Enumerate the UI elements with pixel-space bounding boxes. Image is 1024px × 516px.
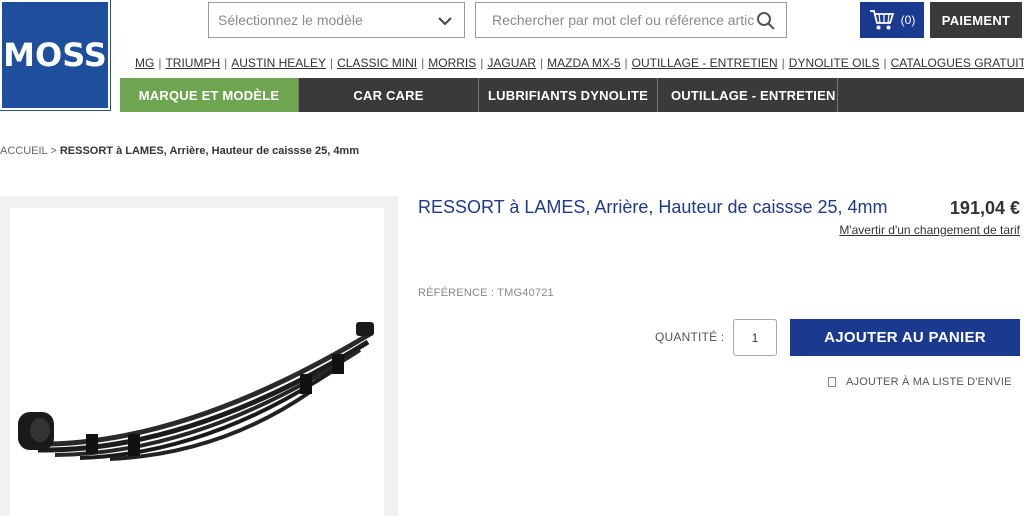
- breadcrumb-home[interactable]: ACCUEIL: [0, 145, 47, 157]
- wishlist-link[interactable]: AJOUTER À MA LISTE D'ENVIE: [828, 376, 1012, 388]
- quantity-label: QUANTITÉ :: [655, 330, 725, 344]
- wishlist-label: AJOUTER À MA LISTE D'ENVIE: [846, 376, 1012, 388]
- brand-links: MG | TRIUMPH | AUSTIN HEALEY | CLASSIC MINI | MO…: [135, 56, 1024, 70]
- search-icon[interactable]: [756, 11, 776, 31]
- brand-link-austin-healey[interactable]: AUSTIN HEALEY: [231, 56, 326, 70]
- logo-text: MOSS: [3, 36, 107, 74]
- nav-filler: [838, 78, 1024, 112]
- main-nav: MARQUE ET MODÈLE CAR CARE LUBRIFIANTS DY…: [120, 78, 1024, 112]
- payment-button[interactable]: PAIEMENT: [930, 2, 1022, 38]
- model-select-placeholder: Sélectionnez le modèle: [218, 12, 363, 28]
- nav-outillage-entretien[interactable]: OUTILLAGE - ENTRETIEN: [658, 78, 838, 112]
- nav-marque-modele[interactable]: MARQUE ET MODÈLE: [120, 78, 299, 112]
- nav-car-care[interactable]: CAR CARE: [299, 78, 479, 112]
- brand-link-triumph[interactable]: TRIUMPH: [165, 56, 220, 70]
- cart-icon: [869, 10, 894, 30]
- brand-link-classic-mini[interactable]: CLASSIC MINI: [337, 56, 417, 70]
- leaf-spring-image: [18, 322, 374, 461]
- breadcrumb-current: RESSORT à LAMES, Arrière, Hauteur de cai…: [59, 145, 359, 157]
- nav-lubrifiants-dynolite[interactable]: LUBRIFIANTS DYNOLITE: [479, 78, 658, 112]
- product-reference: RÉFÉRENCE : TMG40721: [418, 287, 554, 299]
- model-select[interactable]: Sélectionnez le modèle: [208, 2, 465, 38]
- search-box[interactable]: [475, 2, 787, 38]
- cart-count: (0): [900, 13, 916, 27]
- brand-link-dynolite-oils[interactable]: DYNOLITE OILS: [789, 56, 880, 70]
- product-title: RESSORT à LAMES, Arrière, Hauteur de cai…: [418, 197, 888, 217]
- brand-link-morris[interactable]: MORRIS: [428, 56, 476, 70]
- brand-link-catalogues[interactable]: CATALOGUES GRATUITS: [891, 56, 1024, 70]
- product-price: 191,04 €: [949, 198, 1020, 218]
- breadcrumb-separator: >: [50, 145, 57, 157]
- search-input[interactable]: [492, 12, 754, 28]
- price-alert-link[interactable]: M'avertir d'un changement de tarif: [839, 223, 1020, 237]
- brand-link-outillage[interactable]: OUTILLAGE - ENTRETIEN: [632, 56, 778, 70]
- chevron-down-icon: [438, 17, 452, 26]
- moss-logo[interactable]: MOSS: [0, 0, 111, 111]
- brand-link-jaguar[interactable]: JAGUAR: [487, 56, 536, 70]
- product-image-frame: [0, 196, 398, 516]
- breadcrumb: ACCUEIL > RESSORT à LAMES, Arrière, Haut…: [0, 145, 359, 157]
- cart-button[interactable]: (0): [860, 2, 924, 38]
- wishlist-icon: [828, 377, 836, 387]
- brand-link-mazda-mx5[interactable]: MAZDA MX-5: [547, 56, 620, 70]
- add-to-cart-button[interactable]: AJOUTER AU PANIER: [790, 319, 1020, 356]
- quantity-input[interactable]: [733, 319, 777, 356]
- brand-link-mg[interactable]: MG: [135, 56, 154, 70]
- product-image[interactable]: [10, 208, 384, 516]
